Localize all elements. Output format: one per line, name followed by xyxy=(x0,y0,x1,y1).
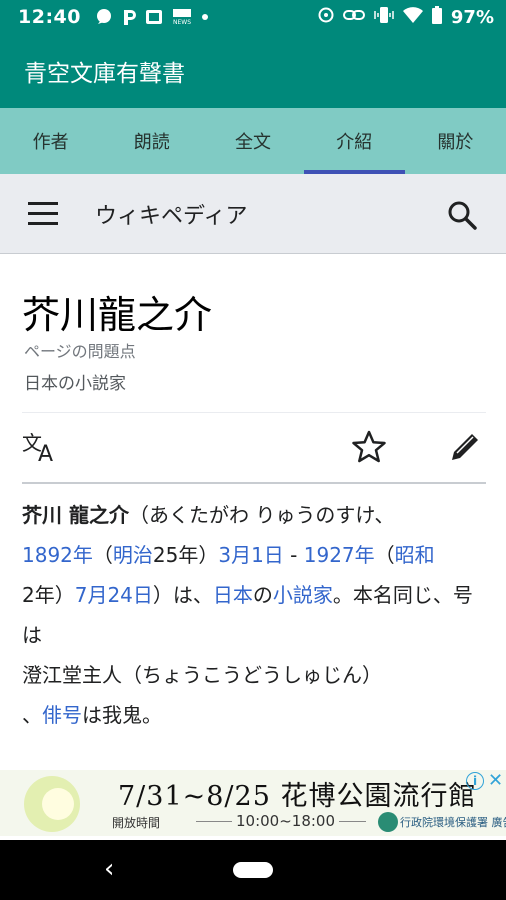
wiki-header: ウィキペディア xyxy=(0,174,506,254)
svg-text:A: A xyxy=(38,442,53,464)
news-icon: NEWS xyxy=(171,8,193,26)
tv-icon xyxy=(145,8,163,26)
page-description: 日本の小説家 xyxy=(24,374,126,394)
article-link[interactable]: 1892年 xyxy=(22,543,93,567)
tab-reading[interactable]: 朗読 xyxy=(101,108,202,174)
chat-icon xyxy=(95,8,113,26)
battery-icon xyxy=(431,5,443,29)
tab-about[interactable]: 關於 xyxy=(405,108,506,174)
article-subject: 芥川 龍之介 xyxy=(22,503,129,527)
article-link[interactable]: 日本 xyxy=(213,583,253,607)
ad-graphic xyxy=(24,776,80,832)
article-text: （あくたがわ りゅうのすけ、 xyxy=(128,503,395,527)
home-pill-icon[interactable] xyxy=(233,862,273,878)
article-link[interactable]: 昭和 xyxy=(395,543,435,567)
article-link[interactable]: 1927年 xyxy=(304,543,375,567)
page-issues-link[interactable]: ページの問題点 xyxy=(24,338,136,362)
tab-introduction[interactable]: 介紹 xyxy=(303,108,406,174)
search-icon[interactable] xyxy=(446,199,478,235)
article-text: の xyxy=(252,583,273,607)
tab-fulltext[interactable]: 全文 xyxy=(202,108,303,174)
article-text: ）は、 xyxy=(152,583,213,607)
edit-icon[interactable] xyxy=(448,430,482,468)
app-bar: 青空文庫有聲書 xyxy=(0,34,506,108)
status-bar: 12:40 NEWS 97% xyxy=(0,0,506,34)
ad-sponsor-logo-icon xyxy=(378,812,398,832)
page-title: 芥川龍之介 xyxy=(22,293,213,337)
language-icon[interactable]: 文 A xyxy=(22,430,62,468)
article-link[interactable]: 7月24日 xyxy=(75,583,153,607)
system-nav-bar: ‹ xyxy=(0,840,506,900)
ad-sponsor: 行政院環境保護署 廣告 xyxy=(400,816,506,829)
ad-banner[interactable]: 7/31~8/25 花博公園流行館 開放時間 10:00~18:00 行政院環境… xyxy=(0,770,506,836)
tab-author[interactable]: 作者 xyxy=(0,108,101,174)
divider xyxy=(22,412,486,413)
wifi-icon xyxy=(402,6,423,29)
vibrate-icon xyxy=(373,6,395,29)
article-text: 澄江堂主人（ちょうこうどうしゅじん） xyxy=(22,663,382,687)
svg-text:NEWS: NEWS xyxy=(173,19,191,26)
article-text: （ xyxy=(92,543,113,567)
article-text: 、 xyxy=(22,703,42,727)
wiki-logo[interactable]: ウィキペディア xyxy=(95,198,247,230)
ad-headline: 7/31~8/25 花博公園流行館 xyxy=(118,781,477,812)
ad-hours: 10:00~18:00 xyxy=(232,812,340,830)
article-paragraph: 芥川 龍之介（あくたがわ りゅうのすけ、 1892年（明治25年）3月1日 - … xyxy=(22,495,484,735)
link-icon xyxy=(342,6,365,29)
divider xyxy=(22,482,486,484)
tab-bar: 作者 朗読 全文 介紹 關於 xyxy=(0,108,506,174)
back-icon[interactable]: ‹ xyxy=(104,854,114,884)
dot-icon xyxy=(201,8,209,26)
article-text: 25年） xyxy=(152,543,219,567)
article-link[interactable]: 俳号 xyxy=(42,703,82,727)
article-text: は我鬼。 xyxy=(82,703,162,727)
p-icon xyxy=(121,8,137,26)
article-link[interactable]: 明治 xyxy=(113,543,153,567)
ad-close-icon[interactable]: ✕ xyxy=(488,770,503,791)
status-time: 12:40 xyxy=(18,6,81,28)
ad-info-icon[interactable]: i xyxy=(466,772,484,790)
star-icon[interactable] xyxy=(351,430,387,468)
article-link[interactable]: 3月1日 xyxy=(218,543,283,567)
article-text: 2年） xyxy=(22,583,75,607)
article-text: （ xyxy=(374,543,395,567)
sync-icon xyxy=(317,6,335,29)
ad-hours-label: 開放時間 xyxy=(112,816,161,830)
article-link[interactable]: 小説家 xyxy=(273,583,333,607)
article-text: - xyxy=(283,543,304,567)
menu-icon[interactable] xyxy=(28,202,58,226)
app-title: 青空文庫有聲書 xyxy=(24,61,185,87)
battery-percent: 97% xyxy=(450,6,494,28)
